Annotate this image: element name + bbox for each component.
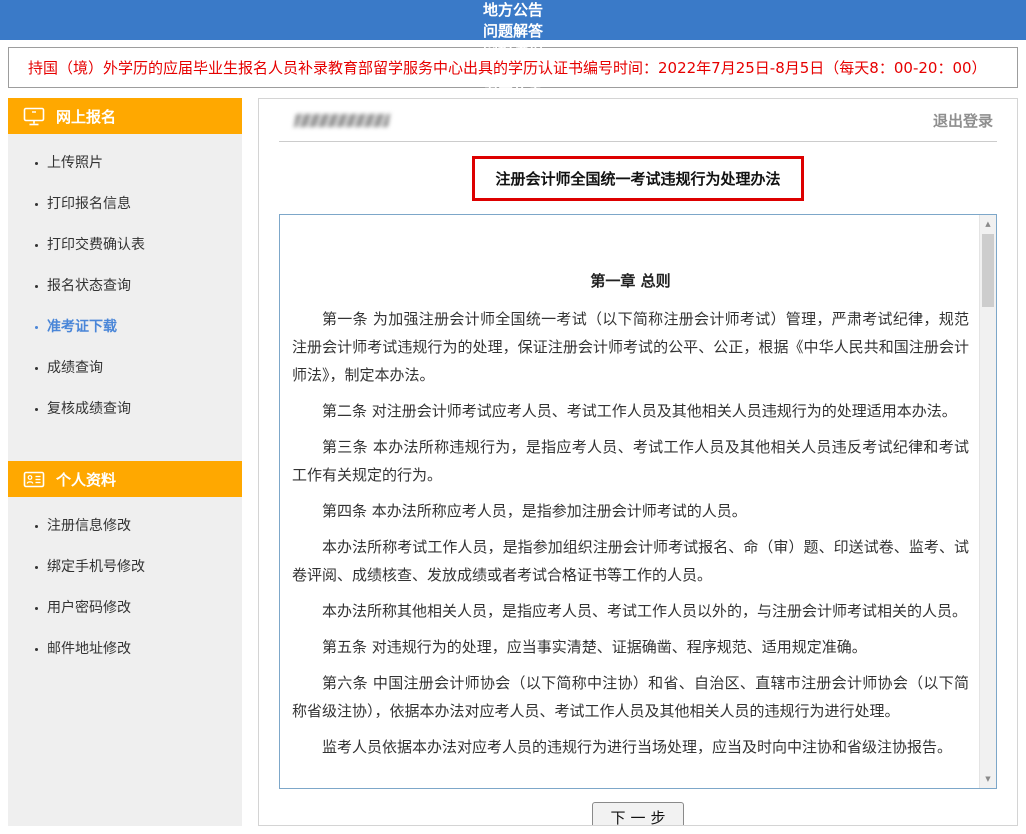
sidebar-section-title: 个人资料	[56, 469, 116, 490]
document-paragraph: 本办法所称考试工作人员，是指参加组织注册会计师考试报名、命（审）题、印送试卷、监…	[292, 533, 969, 589]
sidebar-item[interactable]: 用户密码修改	[8, 588, 242, 629]
scrollbar-thumb[interactable]	[982, 234, 994, 307]
next-step-button[interactable]: 下一步	[592, 802, 683, 826]
document-paragraph: 本办法所称其他相关人员，是指应考人员、考试工作人员以外的，与注册会计师考试相关的…	[292, 597, 969, 625]
sidebar-item[interactable]: 打印报名信息	[8, 184, 242, 225]
nav-item[interactable]: 地方公告	[483, 0, 543, 20]
sidebar-item-label: 成绩查询	[47, 360, 103, 377]
bullet-icon	[35, 285, 38, 288]
sidebar-item-label: 注册信息修改	[47, 518, 131, 535]
bullet-icon	[35, 367, 38, 370]
document-content: 第一章 总则 第一条 为加强注册会计师全国统一考试（以下简称注册会计师考试）管理…	[280, 215, 979, 788]
logout-link[interactable]: 退出登录	[933, 110, 993, 131]
sidebar-item-label: 绑定手机号修改	[47, 559, 145, 576]
document-title: 注册会计师全国统一考试违规行为处理办法	[472, 156, 803, 201]
sidebar-item[interactable]: 注册信息修改	[8, 506, 242, 547]
document-paragraph: 第二条 对注册会计师考试应考人员、考试工作人员及其他相关人员违规行为的处理适用本…	[292, 397, 969, 425]
bullet-icon	[35, 648, 38, 651]
document-scroll-box[interactable]: 第一章 总则 第一条 为加强注册会计师全国统一考试（以下简称注册会计师考试）管理…	[279, 214, 997, 789]
document-paragraph: 第五条 对违规行为的处理，应当事实清楚、证据确凿、程序规范、适用规定准确。	[292, 633, 969, 661]
sidebar-header-online-registration: 网上报名	[8, 98, 242, 134]
sidebar-item-label: 报名状态查询	[47, 278, 131, 295]
document-paragraph: 监考人员依据本办法对应考人员的违规行为进行当场处理，应当及时向中注协和省级注协报…	[292, 733, 969, 761]
id-card-icon	[23, 471, 45, 488]
sidebar-item-label: 邮件地址修改	[47, 641, 131, 658]
sidebar-item-label: 上传照片	[47, 155, 103, 172]
sidebar-item[interactable]: 绑定手机号修改	[8, 547, 242, 588]
document-paragraph: 第六条 中国注册会计师协会（以下简称中注协）和省、自治区、直辖市注册会计师协会（…	[292, 669, 969, 725]
sidebar-item-label: 打印报名信息	[47, 196, 131, 213]
bullet-icon	[35, 607, 38, 610]
bullet-icon	[35, 162, 38, 165]
document-paragraph: 第三条 本办法所称违规行为，是指应考人员、考试工作人员及其他相关人员违反考试纪律…	[292, 433, 969, 489]
sidebar-item[interactable]: 成绩查询	[8, 348, 242, 389]
sidebar-item[interactable]: 报名状态查询	[8, 266, 242, 307]
bullet-icon	[35, 244, 38, 247]
bullet-icon	[35, 203, 38, 206]
sidebar-header-personal-info: 个人资料	[8, 461, 242, 497]
document-paragraph: 第四条 本办法所称应考人员，是指参加注册会计师考试的人员。	[292, 497, 969, 525]
main-panel: 退出登录 注册会计师全国统一考试违规行为处理办法 第一章 总则 第一条 为加强注…	[258, 98, 1018, 826]
top-navigation: 首 页 重要通知 政策制度 地方公告 问题解答 网报流程 网上报名 考区信息	[0, 0, 1026, 40]
sidebar-item-label: 打印交费确认表	[47, 237, 145, 254]
sidebar-item-label: 准考证下载	[47, 319, 117, 336]
notice-text: 持国（境）外学历的应届毕业生报名人员补录教育部留学服务中心出具的学历认证书编号时…	[28, 57, 987, 78]
bullet-icon	[35, 326, 38, 329]
sidebar-section-personal-info: 个人资料 注册信息修改 绑定手机号修改 用户	[8, 461, 242, 686]
sidebar-item-label: 用户密码修改	[47, 600, 131, 617]
sidebar-section-online-registration: 网上报名 上传照片 打印报名信息 打印交费确	[8, 98, 242, 446]
username-redacted	[294, 114, 390, 127]
sidebar: 网上报名 上传照片 打印报名信息 打印交费确	[8, 98, 242, 826]
document-paragraph: 第一条 为加强注册会计师全国统一考试（以下简称注册会计师考试）管理，严肃考试纪律…	[292, 305, 969, 389]
scroll-up-icon[interactable]: ▲	[980, 216, 996, 232]
scroll-down-icon[interactable]: ▼	[980, 771, 996, 787]
bullet-icon	[35, 525, 38, 528]
sidebar-item-label: 复核成绩查询	[47, 401, 131, 418]
monitor-icon	[23, 107, 45, 126]
sidebar-item[interactable]: 复核成绩查询	[8, 389, 242, 430]
bullet-icon	[35, 566, 38, 569]
bullet-icon	[35, 408, 38, 411]
user-row: 退出登录	[279, 99, 997, 142]
sidebar-item[interactable]: 打印交费确认表	[8, 225, 242, 266]
scrollbar[interactable]: ▲ ▼	[979, 215, 996, 788]
document-paragraph: 第一章 总则	[292, 267, 969, 295]
sidebar-item[interactable]: 上传照片	[8, 143, 242, 184]
nav-item[interactable]: 问题解答	[483, 20, 543, 41]
sidebar-item[interactable]: 邮件地址修改	[8, 629, 242, 670]
sidebar-item[interactable]: 准考证下载	[8, 307, 242, 348]
sidebar-section-title: 网上报名	[56, 106, 116, 127]
